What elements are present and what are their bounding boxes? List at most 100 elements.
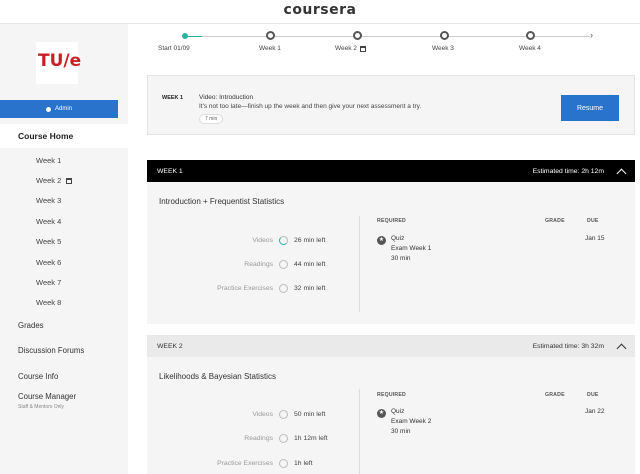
column-header-due: DUE xyxy=(587,218,599,224)
estimated-time: Estimated time: 2h 12m xyxy=(532,167,604,175)
quiz-type: Quiz xyxy=(391,408,405,415)
timeline-start-node[interactable] xyxy=(182,33,188,39)
stat-value: 1h left xyxy=(294,459,313,467)
sidebar-item-week-8[interactable]: Week 8 xyxy=(0,293,128,313)
progress-ring-icon xyxy=(279,409,288,419)
sidebar-item-week-7[interactable]: Week 7 xyxy=(0,272,128,292)
sidebar-week-list: Week 1 Week 2 Week 3 Week 4 Week 5 Week … xyxy=(0,150,128,313)
column-header-due: DUE xyxy=(587,392,599,398)
stat-value: 32 min left xyxy=(294,284,326,292)
sidebar-item-label: Week 5 xyxy=(36,237,62,247)
stat-label: Readings xyxy=(244,434,273,442)
quiz-duration: 30 min xyxy=(391,255,411,262)
week-estimate: Estimated time: 3h 32m xyxy=(532,341,627,353)
quiz-icon: ★ xyxy=(377,236,386,245)
top-bar: coursera xyxy=(0,0,640,24)
sidebar-item-label: Week 2 xyxy=(36,176,62,186)
resume-message: It's not too late—finish up the week and… xyxy=(199,103,422,110)
column-divider xyxy=(359,216,360,312)
stat-value: 50 min left xyxy=(294,410,326,418)
sidebar-item-label: Week 7 xyxy=(36,278,62,288)
coursera-logo[interactable]: coursera xyxy=(0,2,640,18)
gear-icon xyxy=(45,106,51,112)
sidebar-item-label: Week 6 xyxy=(36,257,62,267)
sidebar-item-course-info[interactable]: Course Info xyxy=(18,372,58,381)
timeline-label-start: Start 01/09 xyxy=(158,45,190,52)
stat-label: Readings xyxy=(244,260,273,268)
timeline-label-week-2: Week 2 xyxy=(335,45,366,52)
resume-week-label: WEEK 1 xyxy=(162,95,184,101)
admin-button[interactable]: Admin xyxy=(0,100,118,118)
stat-value: 1h 12m left xyxy=(294,434,328,442)
stat-label: Practice Exercises xyxy=(217,284,273,292)
progress-ring-icon xyxy=(279,259,288,269)
progress-ring-icon xyxy=(279,235,288,245)
week-title[interactable]: Likelihoods & Bayesian Statistics xyxy=(159,372,276,381)
timeline-label-week-2-text: Week 2 xyxy=(335,45,357,52)
week-estimate: Estimated time: 2h 12m xyxy=(532,166,627,178)
column-header-required: REQUIRED xyxy=(377,392,406,398)
calendar-icon xyxy=(66,177,73,184)
week-header-1[interactable]: WEEK 1 Estimated time: 2h 12m xyxy=(147,160,635,182)
timeline-node-week-1[interactable] xyxy=(266,31,275,40)
timeline-node-week-3[interactable] xyxy=(440,31,449,40)
stat-row-practice: Practice Exercises 1h left xyxy=(147,457,359,469)
quiz-duration: 30 min xyxy=(391,428,411,435)
sidebar-item-week-1[interactable]: Week 1 xyxy=(0,150,128,170)
progress-ring-icon xyxy=(279,458,288,468)
stat-label: Videos xyxy=(252,410,273,418)
university-logo[interactable]: TU/e xyxy=(36,42,82,84)
week-title[interactable]: Introduction + Frequentist Statistics xyxy=(159,197,284,206)
column-header-required: REQUIRED xyxy=(377,218,406,224)
column-divider xyxy=(359,389,360,474)
admin-label: Admin xyxy=(54,106,72,112)
university-logo-text: TU/e xyxy=(38,51,82,71)
resume-item-title[interactable]: Video: Introduction xyxy=(199,94,253,101)
sidebar: TU/e Admin Course Home Week 1 Week 2 Wee… xyxy=(0,24,128,474)
stat-row-readings: Readings 44 min left xyxy=(147,258,359,270)
sidebar-item-course-home[interactable]: Course Home xyxy=(0,124,128,148)
column-header-grade: GRADE xyxy=(545,218,565,224)
timeline-next-arrow[interactable]: › xyxy=(590,30,593,40)
chevron-up-icon[interactable] xyxy=(616,168,627,178)
resume-button[interactable]: Resume xyxy=(561,95,619,121)
timeline-label-week-3: Week 3 xyxy=(432,45,454,52)
sidebar-item-grades[interactable]: Grades xyxy=(18,321,44,330)
stat-label: Videos xyxy=(252,236,273,244)
stat-row-practice: Practice Exercises 32 min left xyxy=(147,282,359,294)
sidebar-item-week-4[interactable]: Week 4 xyxy=(0,211,128,231)
calendar-icon xyxy=(359,45,366,52)
stat-value: 44 min left xyxy=(294,260,326,268)
sidebar-item-discussion-forums[interactable]: Discussion Forums xyxy=(18,346,84,355)
sidebar-item-week-6[interactable]: Week 6 xyxy=(0,252,128,272)
chevron-up-icon[interactable] xyxy=(616,343,627,353)
week-header-2[interactable]: WEEK 2 Estimated time: 3h 32m xyxy=(147,335,635,357)
progress-ring-icon xyxy=(279,433,288,443)
resume-card: WEEK 1 Video: Introduction It's not too … xyxy=(147,75,635,135)
due-date: Jan 22 xyxy=(585,408,605,415)
sidebar-item-label: Week 4 xyxy=(36,216,62,226)
timeline-label-week-1: Week 1 xyxy=(259,45,281,52)
quiz-icon: ★ xyxy=(377,409,386,418)
sidebar-item-week-3[interactable]: Week 3 xyxy=(0,191,128,211)
due-date: Jan 15 xyxy=(585,235,605,242)
week-section-1: WEEK 1 Estimated time: 2h 12m Introducti… xyxy=(147,160,635,324)
progress-fill xyxy=(186,36,202,37)
quiz-name[interactable]: Exam Week 2 xyxy=(391,418,431,425)
sidebar-item-label: Week 1 xyxy=(36,155,62,165)
stat-row-videos: Videos 26 min left xyxy=(147,234,359,246)
sidebar-item-week-2[interactable]: Week 2 xyxy=(0,170,128,190)
sidebar-item-week-5[interactable]: Week 5 xyxy=(0,232,128,252)
timeline-node-week-2[interactable] xyxy=(353,31,362,40)
timeline-node-week-4[interactable] xyxy=(526,31,535,40)
stat-row-readings: Readings 1h 12m left xyxy=(147,432,359,444)
week-header-label: WEEK 2 xyxy=(157,342,183,350)
column-header-grade: GRADE xyxy=(545,392,565,398)
quiz-type: Quiz xyxy=(391,235,405,242)
stat-row-videos: Videos 50 min left xyxy=(147,408,359,420)
estimated-time: Estimated time: 3h 32m xyxy=(532,342,604,350)
sidebar-item-course-manager[interactable]: Course Manager xyxy=(18,392,76,401)
timeline-label-week-4: Week 4 xyxy=(519,45,541,52)
quiz-name[interactable]: Exam Week 1 xyxy=(391,245,431,252)
course-manager-subtitle: Staff & Mentors Only xyxy=(18,404,65,410)
